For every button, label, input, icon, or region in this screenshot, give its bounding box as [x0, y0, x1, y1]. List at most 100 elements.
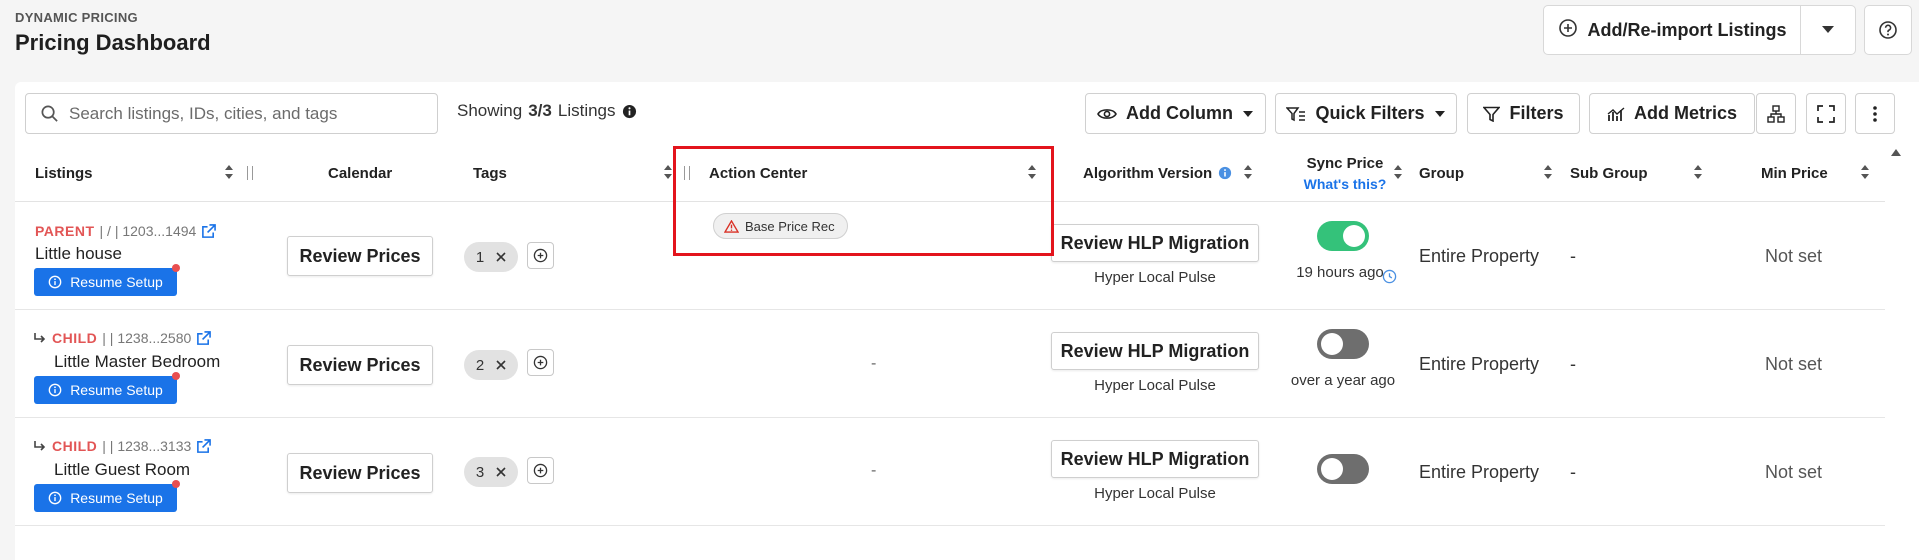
tag-count: 2: [475, 356, 485, 374]
tag-count-chip[interactable]: 2: [464, 350, 518, 380]
listing-id: | / | 1203...1494: [99, 223, 197, 239]
sync-price-toggle[interactable]: [1317, 329, 1369, 359]
review-prices-button[interactable]: Review Prices: [287, 236, 433, 276]
search-input[interactable]: [69, 103, 409, 124]
resume-setup-button[interactable]: Resume Setup: [34, 268, 177, 296]
sort-icon[interactable]: [1543, 164, 1553, 180]
close-icon[interactable]: [496, 252, 506, 262]
sort-icon[interactable]: [1693, 164, 1703, 180]
tag-count-chip[interactable]: 3: [464, 457, 518, 487]
child-arrow-icon: [34, 332, 46, 343]
add-tag-button[interactable]: [527, 457, 554, 484]
add-metrics-button[interactable]: Add Metrics: [1589, 93, 1755, 134]
tag-count-chip[interactable]: 1: [464, 242, 518, 272]
info-circle-icon: [48, 275, 62, 289]
col-calendar[interactable]: Calendar: [328, 144, 392, 202]
review-hlp-migration-button[interactable]: Review HLP Migration: [1051, 440, 1259, 478]
add-reimport-listings-button[interactable]: Add/Re-import Listings: [1544, 6, 1801, 54]
whats-this-link[interactable]: What's this?: [1304, 176, 1387, 192]
listing-meta-line: CHILD | | 1238...2580: [33, 330, 212, 346]
scroll-up-arrow-icon[interactable]: [1890, 148, 1902, 157]
listing-name[interactable]: Little Guest Room: [54, 460, 190, 480]
search-icon: [41, 105, 58, 122]
help-icon: [1879, 21, 1897, 39]
kebab-menu-icon: [1873, 105, 1877, 122]
sort-icon[interactable]: [1243, 164, 1253, 180]
toggle-knob: [1321, 458, 1343, 480]
algorithm-name: Hyper Local Pulse: [1094, 377, 1216, 394]
sync-price-toggle[interactable]: [1317, 454, 1369, 484]
column-resize-handle[interactable]: [247, 166, 253, 180]
col-listings[interactable]: Listings: [35, 144, 93, 202]
resume-setup-label: Resume Setup: [70, 274, 163, 290]
sort-icon[interactable]: [1860, 164, 1870, 180]
sub-group-value: -: [1570, 354, 1576, 374]
fullscreen-button[interactable]: [1806, 93, 1846, 134]
plus-circle-icon: [1558, 18, 1578, 43]
min-price-value: Not set: [1765, 462, 1823, 482]
review-prices-button[interactable]: Review Prices: [287, 453, 433, 493]
listing-name[interactable]: Little Master Bedroom: [54, 352, 220, 372]
info-circle-icon: [48, 383, 62, 397]
sync-price-toggle[interactable]: [1317, 221, 1369, 251]
listing-id: | | 1238...3133: [102, 438, 192, 454]
close-icon[interactable]: [496, 467, 506, 477]
import-split-button: Add/Re-import Listings: [1543, 5, 1856, 55]
resume-setup-label: Resume Setup: [70, 490, 163, 506]
review-hlp-migration-button[interactable]: Review HLP Migration: [1051, 224, 1259, 262]
table-row: CHILD | | 1238...2580 Little Master Bedr…: [15, 311, 1885, 418]
resume-setup-button[interactable]: Resume Setup: [34, 376, 177, 404]
more-options-button[interactable]: [1855, 93, 1895, 134]
info-circle-icon: [48, 491, 62, 505]
external-link-icon[interactable]: [201, 223, 217, 239]
page-title: Pricing Dashboard: [15, 30, 211, 55]
min-price-value: Not set: [1765, 246, 1823, 266]
tag-count: 3: [475, 463, 485, 481]
listing-name[interactable]: Little house: [35, 244, 122, 264]
col-min-price[interactable]: Min Price: [1761, 144, 1828, 202]
info-icon[interactable]: [622, 104, 637, 119]
resume-setup-button[interactable]: Resume Setup: [34, 484, 177, 512]
help-button[interactable]: [1864, 5, 1912, 55]
plus-circle-icon: [533, 463, 548, 478]
col-tags[interactable]: Tags: [473, 144, 507, 202]
group-value: Entire Property: [1419, 246, 1540, 266]
listing-id: | | 1238...2580: [102, 330, 192, 346]
tag-count: 1: [475, 248, 485, 266]
sort-icon[interactable]: [663, 164, 673, 180]
filters-button[interactable]: Filters: [1467, 93, 1580, 134]
add-tag-button[interactable]: [527, 242, 554, 269]
highlight-box: [673, 146, 1054, 256]
col-algorithm-version-label: Algorithm Version: [1083, 164, 1213, 182]
col-algorithm-version[interactable]: Algorithm Version: [1083, 144, 1232, 202]
search-box: [25, 93, 438, 134]
sort-icon[interactable]: [224, 164, 234, 180]
info-icon[interactable]: [1218, 166, 1232, 180]
grouping-button[interactable]: [1756, 93, 1796, 134]
add-column-button[interactable]: Add Column: [1085, 93, 1266, 134]
close-icon[interactable]: [496, 360, 506, 370]
col-sub-group[interactable]: Sub Group: [1570, 144, 1648, 202]
review-prices-button[interactable]: Review Prices: [287, 345, 433, 385]
metrics-icon: [1607, 106, 1625, 121]
notification-dot: [172, 372, 180, 380]
add-tag-button[interactable]: [527, 349, 554, 376]
external-link-icon[interactable]: [196, 438, 212, 454]
showing-count: Showing 3/3 Listings: [457, 101, 637, 121]
child-arrow-icon: [34, 440, 46, 451]
quick-filters-button[interactable]: Quick Filters: [1275, 93, 1457, 134]
filter-icon: [1483, 106, 1501, 122]
sort-icon[interactable]: [1393, 164, 1403, 180]
import-dropdown-toggle[interactable]: [1801, 6, 1855, 54]
external-link-icon[interactable]: [196, 330, 212, 346]
top-bar: DYNAMIC PRICING Pricing Dashboard Add/Re…: [0, 0, 1919, 68]
col-sync-price[interactable]: Sync Price What's this?: [1295, 144, 1395, 202]
review-hlp-migration-button[interactable]: Review HLP Migration: [1051, 332, 1259, 370]
col-group[interactable]: Group: [1419, 144, 1464, 202]
add-reimport-label: Add/Re-import Listings: [1587, 19, 1787, 40]
min-price-value: Not set: [1765, 354, 1823, 374]
group-value: Entire Property: [1419, 354, 1540, 374]
sub-group-value: -: [1570, 462, 1576, 482]
showing-number: 3/3: [528, 101, 552, 120]
filters-label: Filters: [1509, 103, 1564, 123]
